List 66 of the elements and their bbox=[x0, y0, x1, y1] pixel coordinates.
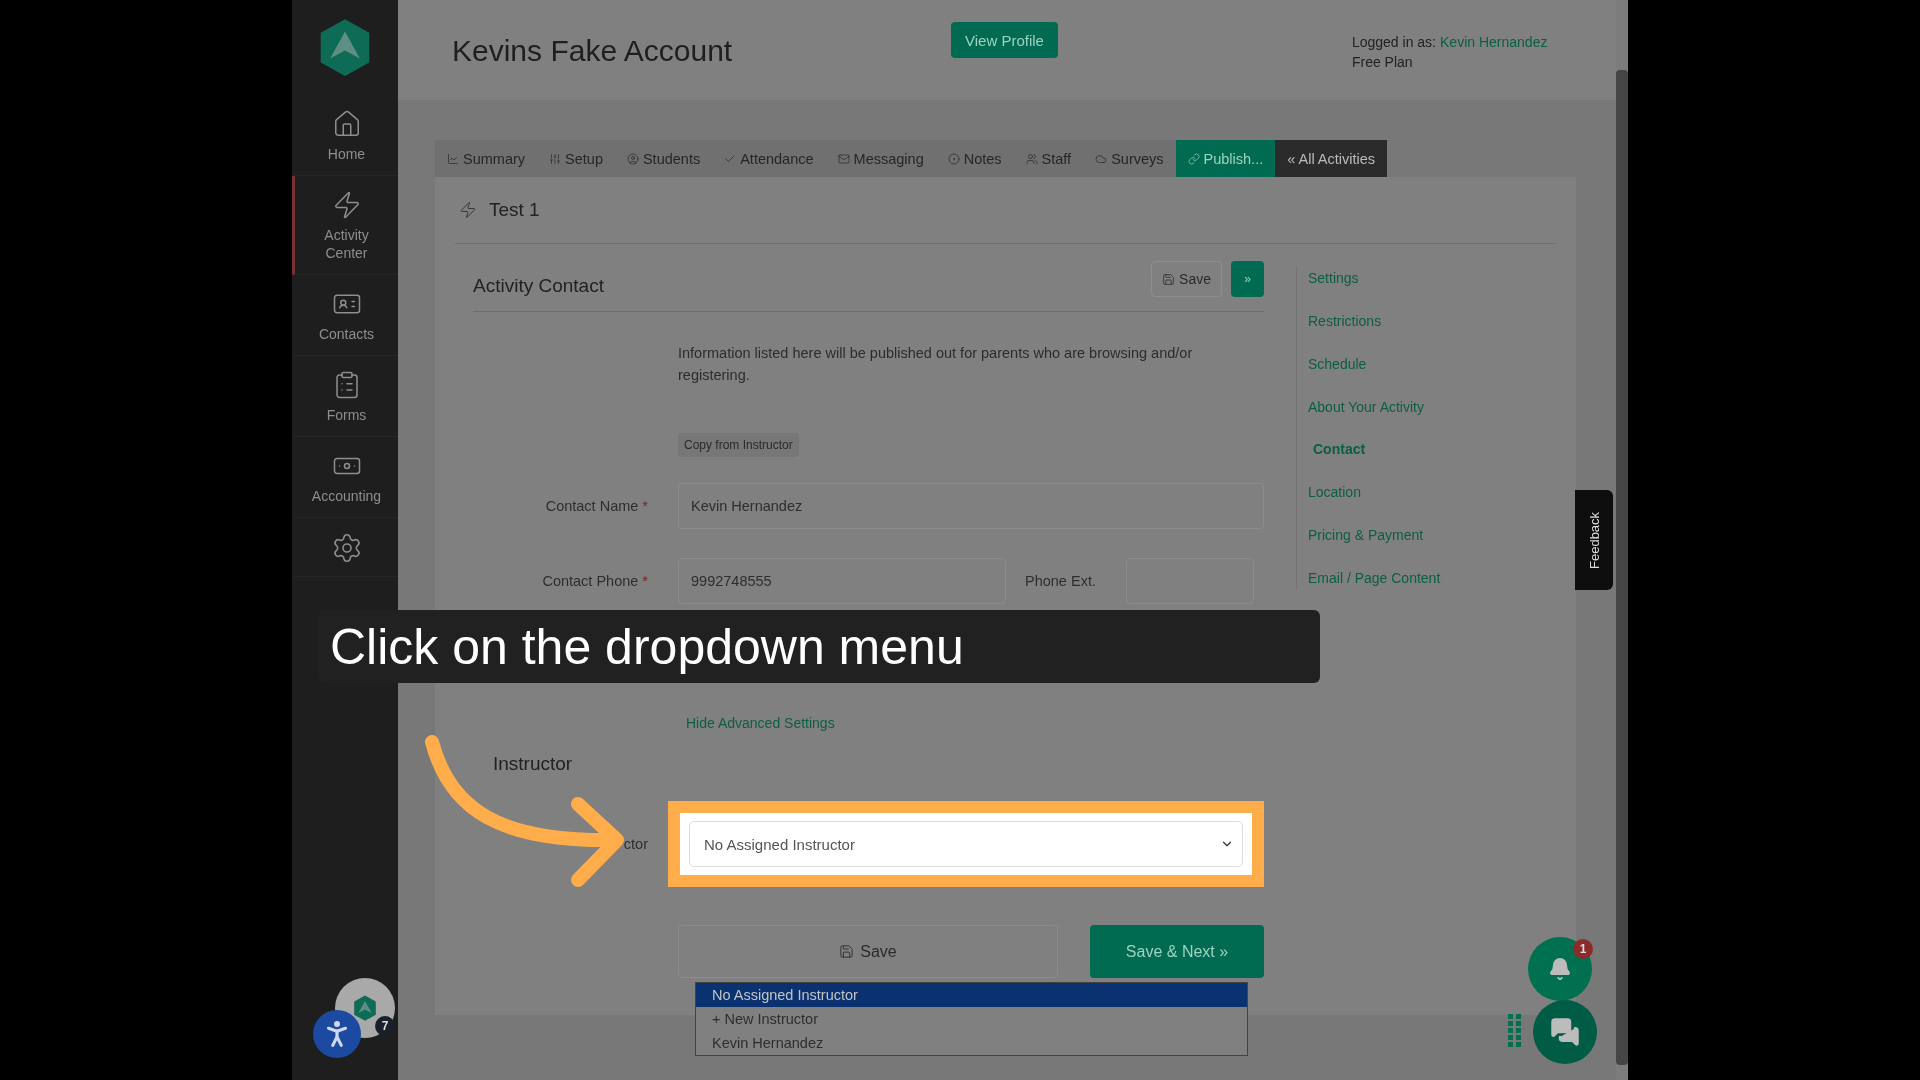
next-button[interactable]: » bbox=[1231, 261, 1264, 297]
tab[interactable]: Publish... bbox=[1175, 140, 1276, 177]
instructor-heading: Instructor bbox=[493, 753, 574, 775]
sidebar-item[interactable]: Contacts bbox=[292, 275, 398, 356]
activity-name: Test 1 bbox=[489, 199, 540, 221]
account-title: Kevins Fake Account bbox=[452, 34, 734, 68]
sidebar-item[interactable]: Home bbox=[292, 95, 398, 176]
contact-phone-label: Contact Phone * bbox=[542, 573, 648, 589]
sidebar-item[interactable]: Activity Center bbox=[292, 176, 398, 275]
tab[interactable]: Setup bbox=[537, 140, 615, 177]
tab[interactable]: Summary bbox=[435, 140, 538, 177]
dropdown-option[interactable]: + New Instructor bbox=[696, 1007, 1247, 1031]
sidebar-item[interactable]: Forms bbox=[292, 356, 398, 437]
user-link[interactable]: Kevin Hernandez bbox=[1440, 32, 1548, 52]
tab[interactable]: Students bbox=[614, 140, 713, 177]
dropdown-option[interactable]: Kevin Hernandez bbox=[696, 1031, 1247, 1055]
logo-icon bbox=[353, 994, 377, 1022]
contact-phone-field[interactable]: 9992748555 bbox=[678, 558, 1006, 604]
section-nav-link[interactable]: Pricing & Payment bbox=[1308, 527, 1441, 544]
plan-label: Free Plan bbox=[1351, 53, 1414, 72]
save-icon bbox=[1162, 272, 1176, 286]
tab-icon bbox=[626, 152, 639, 165]
instructor-select[interactable]: No Assigned Instructor bbox=[689, 821, 1243, 867]
section-nav-link[interactable]: Email / Page Content bbox=[1308, 569, 1441, 586]
phone-ext-label: Phone Ext. bbox=[1025, 573, 1096, 589]
sidebar-item[interactable]: Accounting bbox=[292, 437, 398, 518]
tab-icon bbox=[1095, 152, 1108, 165]
section-nav-link[interactable]: Schedule bbox=[1308, 355, 1441, 372]
tab[interactable]: Surveys bbox=[1083, 140, 1176, 177]
scrollbar[interactable] bbox=[1616, 70, 1628, 1065]
hide-advanced-link[interactable]: Hide Advanced Settings bbox=[686, 715, 1264, 731]
logo-icon bbox=[318, 17, 372, 78]
save-button[interactable]: Save bbox=[678, 925, 1058, 978]
section-nav-link[interactable]: Location bbox=[1308, 484, 1441, 501]
tab-icon bbox=[1187, 152, 1200, 165]
tab[interactable]: Messaging bbox=[825, 140, 936, 177]
contact-name-field[interactable]: Kevin Hernandez bbox=[678, 483, 1264, 529]
copy-from-instructor-button[interactable]: Copy from Instructor bbox=[678, 433, 799, 457]
section-nav-link[interactable]: Contact bbox=[1308, 441, 1441, 458]
section-nav-link[interactable]: About Your Activity bbox=[1308, 398, 1441, 415]
info-text: Information listed here will be published out for parents who are browsing and/or registering. bbox=[678, 344, 1194, 385]
tab[interactable]: Notes bbox=[935, 140, 1014, 177]
chat-icon bbox=[1550, 1017, 1580, 1047]
logged-in-label: Logged in as: bbox=[1351, 33, 1436, 52]
save-and-next-button[interactable]: Save & Next » bbox=[1090, 925, 1264, 978]
feedback-tab[interactable]: Feedback bbox=[1575, 490, 1613, 590]
section-nav-link[interactable]: Settings bbox=[1308, 270, 1441, 286]
tab-icon bbox=[837, 152, 850, 165]
tab-icon bbox=[447, 152, 459, 165]
instructor-label: ctor bbox=[623, 836, 648, 852]
view-profile-button[interactable]: View Profile bbox=[951, 22, 1058, 58]
tab[interactable]: Staff bbox=[1013, 140, 1084, 177]
tab-icon bbox=[549, 152, 562, 165]
save-icon bbox=[839, 944, 855, 959]
bolt-icon bbox=[459, 201, 477, 219]
contact-name-label: Contact Name * bbox=[545, 498, 648, 514]
section-title: Activity Contact bbox=[473, 275, 604, 297]
dropdown-option[interactable]: No Assigned Instructor bbox=[696, 983, 1247, 1007]
save-button[interactable]: Save bbox=[1151, 261, 1222, 297]
tab[interactable]: « All Activities bbox=[1275, 140, 1388, 177]
tab[interactable]: Attendance bbox=[712, 140, 826, 177]
bell-icon bbox=[1548, 957, 1572, 981]
drag-handle-icon[interactable] bbox=[1508, 1014, 1522, 1048]
section-nav-link[interactable]: Restrictions bbox=[1308, 312, 1441, 329]
tab-icon bbox=[947, 152, 960, 165]
tab-icon bbox=[1025, 152, 1038, 165]
